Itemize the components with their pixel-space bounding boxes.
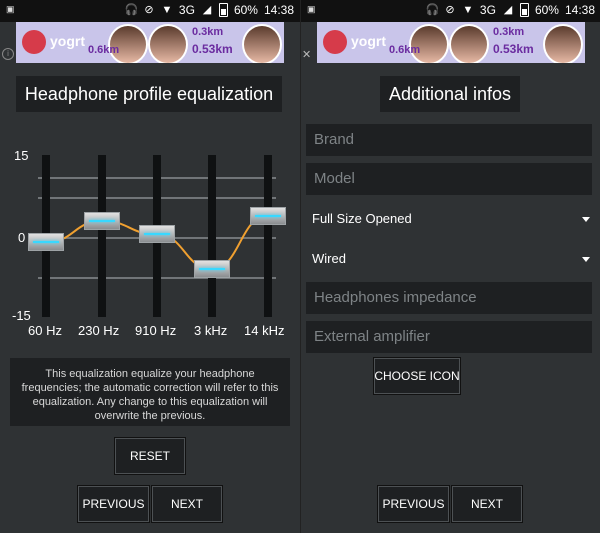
battery-percent: 60% — [534, 3, 559, 17]
notification-icon: ▣ — [307, 4, 316, 14]
clock: 14:38 — [564, 3, 595, 17]
reset-button[interactable]: RESET — [114, 437, 186, 475]
battery-icon — [218, 3, 228, 17]
chevron-down-icon — [582, 217, 590, 222]
choose-icon-button[interactable]: CHOOSE ICON — [373, 357, 461, 395]
block-icon: ⊘ — [144, 4, 154, 16]
band-label-60hz: 60 Hz — [28, 323, 62, 338]
ad-distance: 0.53km — [192, 42, 233, 56]
ad-avatar — [148, 24, 188, 63]
signal-icon: ◢ — [202, 4, 212, 16]
wifi-icon: ▼ — [462, 4, 474, 16]
ad-avatar — [242, 24, 282, 63]
block-icon: ⊘ — [445, 4, 455, 16]
headset-icon: 🎧 — [124, 4, 139, 16]
battery-icon — [519, 3, 529, 17]
network-label: 3G — [178, 3, 195, 17]
battery-percent: 60% — [233, 3, 258, 17]
connection-select[interactable]: Wired — [306, 245, 592, 273]
eq-slider-60hz[interactable] — [28, 233, 64, 252]
ad-distance: 0.6km — [88, 44, 120, 56]
eq-slider-14khz[interactable] — [250, 206, 286, 225]
band-label-910hz: 910 Hz — [135, 323, 177, 338]
ad-distance: 0.3km — [493, 26, 525, 38]
ad-logo-icon — [323, 30, 347, 54]
ad-distance: 0.6km — [389, 44, 421, 56]
status-bar: ▣ 🎧 ⊘ ▼ 3G ◢ 60% 14:38 — [301, 0, 600, 22]
clock: 14:38 — [263, 3, 294, 17]
ad-close-icon[interactable]: ✕ — [302, 48, 311, 61]
eq-slider-910hz[interactable] — [139, 225, 175, 244]
connection-select-value: Wired — [312, 251, 346, 266]
headset-icon: 🎧 — [425, 4, 440, 16]
size-select-value: Full Size Opened — [312, 211, 412, 226]
status-bar: ▣ 🎧 ⊘ ▼ 3G ◢ 60% 14:38 — [0, 0, 300, 22]
band-label-230hz: 230 Hz — [78, 323, 120, 338]
eq-slider-230hz[interactable] — [84, 212, 120, 230]
equalizer: 15 0 -15 60 Hz 230 Hz 910 Hz 3 kHz 14 kH… — [0, 140, 300, 340]
wifi-icon: ▼ — [161, 4, 173, 16]
chevron-down-icon — [582, 257, 590, 262]
band-label-3khz: 3 kHz — [194, 323, 228, 338]
amplifier-field[interactable]: External amplifier — [306, 321, 592, 353]
page-title: Headphone profile equalization — [16, 76, 282, 112]
eq-screen: ▣ 🎧 ⊘ ▼ 3G ◢ 60% 14:38 yogrt 0.6km 0.3km… — [0, 0, 300, 533]
brand-field[interactable]: Brand — [306, 124, 592, 156]
signal-icon: ◢ — [503, 4, 513, 16]
ad-avatar — [449, 24, 489, 63]
impedance-field[interactable]: Headphones impedance — [306, 282, 592, 314]
band-label-14khz: 14 kHz — [244, 323, 285, 338]
previous-button[interactable]: PREVIOUS — [77, 485, 150, 523]
ad-banner[interactable]: yogrt 0.6km 0.3km 0.53km — [317, 22, 585, 63]
ad-banner[interactable]: yogrt 0.6km 0.3km 0.53km — [16, 22, 284, 63]
model-field[interactable]: Model — [306, 163, 592, 195]
network-label: 3G — [479, 3, 496, 17]
eq-slider-3khz[interactable] — [194, 260, 230, 278]
ad-brand: yogrt — [351, 33, 386, 49]
notification-icon: ▣ — [6, 4, 15, 14]
page-title: Additional infos — [380, 76, 520, 112]
ad-distance: 0.53km — [493, 42, 534, 56]
ad-logo-icon — [22, 30, 46, 54]
previous-button[interactable]: PREVIOUS — [377, 485, 450, 523]
eq-info-text: This equalization equalize your headphon… — [10, 358, 290, 426]
size-select[interactable]: Full Size Opened — [306, 205, 592, 233]
ad-distance: 0.3km — [192, 26, 224, 38]
ad-brand: yogrt — [50, 33, 85, 49]
ad-avatar — [543, 24, 583, 63]
ad-info-icon[interactable]: i — [2, 48, 14, 60]
next-button[interactable]: NEXT — [151, 485, 223, 523]
next-button[interactable]: NEXT — [451, 485, 523, 523]
